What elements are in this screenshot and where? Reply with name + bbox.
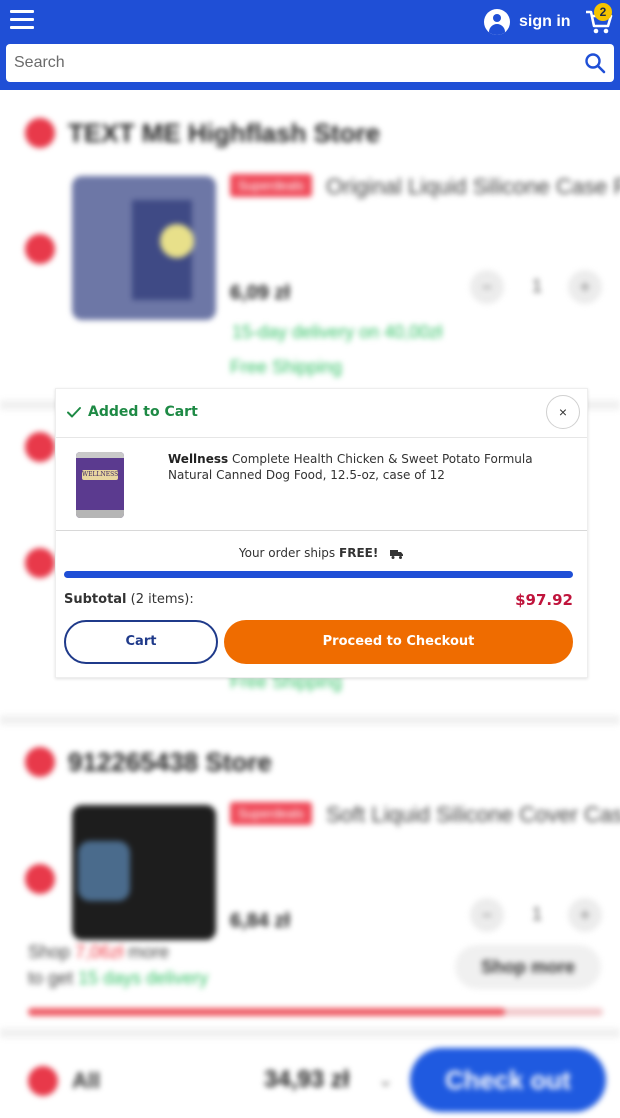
checkmark-icon: [67, 407, 81, 418]
sign-in-label: sign in: [519, 13, 571, 30]
store-select-checkbox[interactable]: [25, 118, 55, 148]
free-shipping-label: Free Shipping: [230, 357, 343, 377]
chevron-down-icon[interactable]: ⌄: [378, 1070, 393, 1091]
subtotal-label: Subtotal (2 items):: [64, 592, 194, 607]
promo-progress-bar: [28, 1008, 603, 1016]
view-cart-button[interactable]: Cart: [64, 620, 218, 664]
item-select-checkbox[interactable]: [25, 864, 55, 894]
top-header: sign in 2 Search: [0, 0, 620, 90]
proceed-to-checkout-button[interactable]: Proceed to Checkout: [224, 620, 573, 664]
shop-more-button[interactable]: Shop more: [455, 945, 601, 989]
store-name: TEXT ME Highflash Store: [68, 118, 381, 148]
cart-count-badge: 2: [594, 3, 612, 21]
section-divider: [0, 715, 620, 725]
product-price: 6,84 zł: [230, 910, 291, 932]
product-thumbnail: WELLNESS: [76, 452, 124, 518]
promo-line-2: to get 15 days delivery: [28, 968, 208, 989]
search-icon[interactable]: [584, 52, 606, 74]
ships-text: Your order ships: [238, 546, 336, 560]
select-all-label: All: [72, 1068, 101, 1093]
promo-progress-fill: [28, 1008, 506, 1016]
quantity-increase-button[interactable]: +: [568, 270, 602, 304]
subtotal-title: Subtotal: [64, 592, 127, 607]
close-button[interactable]: ×: [546, 395, 580, 429]
dialog-header: Added to Cart ×: [56, 389, 587, 438]
product-price: 6,09 zł: [230, 282, 291, 304]
superdeals-tag: Superdeals: [230, 802, 312, 825]
quantity-decrease-button[interactable]: −: [470, 270, 504, 304]
delivery-info: 15-day delivery on 40,00zł: [232, 322, 443, 342]
divider: [56, 530, 587, 531]
product-title: Original Liquid Silicone Case F...: [326, 174, 620, 199]
quantity-value: 1: [532, 904, 543, 924]
select-all-checkbox[interactable]: [28, 1066, 58, 1096]
added-to-cart-dialog: Added to Cart × WELLNESS Wellness Comple…: [55, 388, 588, 678]
search-input[interactable]: Search: [6, 44, 614, 82]
promo-amount: 7,06zł: [75, 942, 124, 962]
item-select-checkbox[interactable]: [25, 548, 55, 578]
quantity-decrease-button[interactable]: −: [470, 898, 504, 932]
promo-delivery: 15 days delivery: [78, 968, 209, 988]
product-title: Soft Liquid Silicone Cover Cas...: [326, 802, 620, 827]
store-select-checkbox[interactable]: [25, 432, 55, 462]
free-shipping-progress-bar: [64, 571, 573, 578]
hamburger-menu-icon[interactable]: [10, 10, 34, 32]
promo-text: Shop: [28, 942, 71, 962]
promo-line-1: Shop 7,06zł more: [28, 942, 169, 963]
quantity-value: 1: [532, 276, 543, 296]
product-image: [72, 176, 216, 320]
store-select-checkbox[interactable]: [25, 747, 55, 777]
promo-text: to get: [28, 968, 74, 988]
subtotal-items-count: (2 items):: [130, 592, 194, 607]
product-image: [72, 805, 216, 940]
check-out-button[interactable]: Check out: [410, 1048, 606, 1112]
total-price: 34,93 zł: [264, 1066, 350, 1093]
promo-text: more: [128, 942, 170, 962]
account-icon: [484, 9, 510, 35]
subtotal-amount: $97.92: [515, 591, 573, 609]
truck-icon: [390, 549, 404, 559]
item-select-checkbox[interactable]: [25, 234, 55, 264]
section-divider: [0, 1028, 620, 1038]
sign-in-link[interactable]: sign in: [484, 8, 571, 36]
product-image-label: WELLNESS: [82, 470, 119, 480]
product-brand: Wellness: [168, 452, 229, 466]
quantity-increase-button[interactable]: +: [568, 898, 602, 932]
store-name: 912265438 Store: [68, 747, 272, 777]
search-placeholder: Search: [14, 54, 65, 71]
product-description: Wellness Complete Health Chicken & Sweet…: [168, 451, 568, 483]
dialog-title: Added to Cart: [88, 404, 198, 420]
shipping-message: Your order ships FREE!: [56, 546, 587, 560]
superdeals-tag: Superdeals: [230, 174, 312, 197]
ships-free: FREE!: [339, 546, 379, 560]
